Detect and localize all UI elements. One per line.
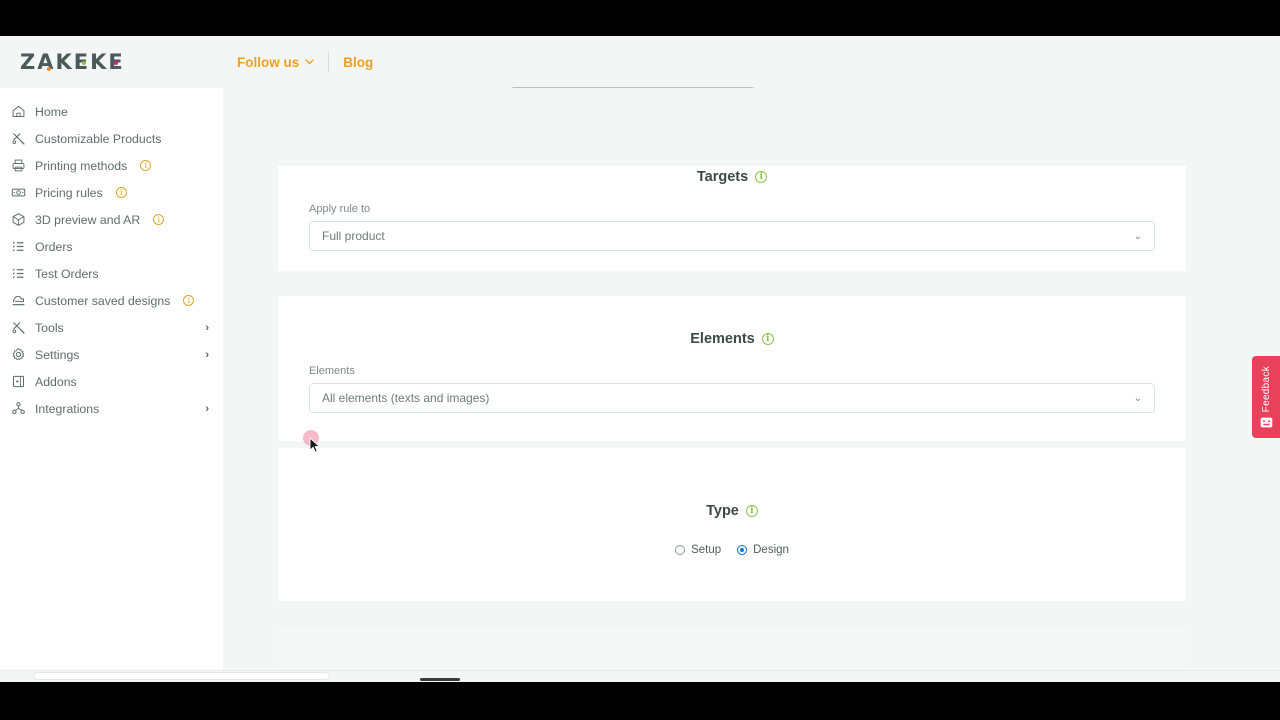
chevron-down-icon: ⌄ — [1133, 392, 1142, 404]
sidebar-item-orders[interactable]: Orders — [0, 233, 223, 260]
money-icon — [10, 185, 26, 201]
type-radio-group: Setup Design — [278, 544, 1186, 556]
gear-icon — [10, 347, 26, 363]
targets-card: Targets i Apply rule to Full product ⌄ — [278, 166, 1186, 271]
type-title: Type — [706, 503, 739, 519]
sidebar-item-label: Printing methods — [35, 158, 128, 173]
follow-us-label: Follow us — [237, 54, 300, 70]
chevron-right-icon[interactable]: › — [205, 349, 209, 361]
logo-text: ZAKEKE — [20, 50, 125, 74]
type-radio-design-label: Design — [753, 544, 789, 556]
sidebar-item-integrations[interactable]: Integrations › — [0, 395, 223, 422]
sidebar-item-tools[interactable]: Tools › — [0, 314, 223, 341]
sidebar-item-label: Tools — [35, 320, 64, 335]
sidebar-item-label: Integrations — [35, 401, 100, 416]
radio-circle-selected[interactable] — [737, 545, 748, 555]
printer-icon — [10, 158, 26, 174]
sidebar-item-label: Settings — [35, 347, 80, 362]
chevron-right-icon[interactable]: › — [205, 322, 209, 334]
targets-title: Targets — [696, 169, 749, 185]
sidebar-item-customer-saved-designs[interactable]: Customer saved designs i — [0, 287, 223, 314]
type-card: Type i Setup Design — [278, 448, 1186, 601]
top-header-bar: ZAKEKE Follow us Blog — [0, 36, 1280, 88]
browser-viewport: ZAKEKE Follow us Blog How can we help? H… — [0, 36, 1280, 682]
letterbox-bottom-bar — [0, 682, 1280, 720]
sidebar-item-settings[interactable]: Settings › — [0, 341, 223, 368]
sidebar-item-label: Addons — [35, 374, 77, 389]
saved-designs-icon — [10, 293, 26, 309]
cube-icon — [10, 212, 26, 228]
smiley-face-icon — [1260, 417, 1272, 428]
sidebar-item-test-orders[interactable]: Test Orders — [0, 260, 223, 287]
horizontal-scrollbar-track[interactable] — [0, 670, 1280, 682]
page-scroll-indicator[interactable] — [420, 678, 460, 681]
sidebar-item-printing-methods[interactable]: Printing methods i — [0, 152, 223, 179]
sidebar-item-label: Pricing rules — [35, 185, 103, 200]
tools-icon — [10, 320, 26, 336]
elements-card: Elements i Elements All elements (texts … — [278, 296, 1186, 441]
blog-link[interactable]: Blog — [343, 55, 373, 70]
info-icon[interactable]: i — [115, 187, 127, 198]
brand-logo[interactable]: ZAKEKE — [0, 36, 223, 88]
home-icon — [10, 104, 26, 120]
sidebar-item-label: Orders — [35, 239, 73, 254]
info-icon[interactable]: i — [755, 171, 768, 183]
type-radio-design[interactable]: Design — [737, 544, 789, 556]
sidebar-nav: Home Customizable Products Printing meth… — [0, 88, 223, 682]
follow-us-menu[interactable]: Follow us — [237, 55, 314, 70]
sidebar-item-label: Customizable Products — [35, 131, 162, 146]
info-icon[interactable]: i — [183, 295, 195, 306]
feedback-tab[interactable]: Feedback — [1252, 356, 1280, 438]
letterbox-top-bar — [0, 0, 1280, 36]
list-icon — [10, 239, 26, 255]
sidebar-item-3d-preview-and-ar[interactable]: 3D preview and AR i — [0, 206, 223, 233]
header-divider — [328, 52, 330, 72]
elements-title: Elements — [690, 331, 755, 347]
radio-circle[interactable] — [675, 545, 686, 555]
apply-rule-to-label: Apply rule to — [309, 203, 371, 215]
type-radio-setup[interactable]: Setup — [675, 544, 721, 556]
integrations-icon — [10, 401, 26, 417]
info-icon[interactable]: i — [153, 214, 165, 225]
horizontal-scrollbar-thumb[interactable] — [33, 672, 330, 680]
sidebar-item-home[interactable]: Home — [0, 98, 223, 125]
info-icon[interactable]: i — [140, 160, 152, 171]
sidebar-item-label: Test Orders — [35, 266, 99, 281]
elements-select-value: All elements (texts and images) — [322, 391, 490, 405]
feedback-label: Feedback — [1260, 366, 1272, 413]
info-icon[interactable]: i — [761, 333, 774, 345]
chevron-right-icon[interactable]: › — [205, 403, 209, 415]
info-icon[interactable]: i — [745, 505, 758, 517]
sidebar-item-pricing-rules[interactable]: Pricing rules i — [0, 179, 223, 206]
chevron-down-icon — [305, 59, 314, 65]
addons-icon — [10, 374, 26, 390]
list-icon — [10, 266, 26, 282]
targets-title-row: Targets i — [278, 166, 1186, 185]
apply-rule-to-value: Full product — [322, 229, 385, 243]
chevron-down-icon: ⌄ — [1133, 230, 1142, 242]
type-title-row: Type i — [278, 448, 1186, 519]
tools-icon — [10, 131, 26, 147]
elements-field-label: Elements — [309, 365, 355, 377]
elements-select[interactable]: All elements (texts and images) ⌄ — [309, 383, 1155, 413]
sidebar-item-label: 3D preview and AR — [35, 212, 141, 227]
apply-rule-to-select[interactable]: Full product ⌄ — [309, 221, 1155, 251]
sidebar-item-customizable-products[interactable]: Customizable Products — [0, 125, 223, 152]
sidebar-item-label: Home — [35, 104, 68, 119]
sidebar-item-addons[interactable]: Addons — [0, 368, 223, 395]
elements-title-row: Elements i — [278, 296, 1186, 347]
type-radio-setup-label: Setup — [691, 544, 722, 556]
main-content: Targets i Apply rule to Full product ⌄ E… — [223, 88, 1280, 682]
sidebar-item-label: Customer saved designs — [35, 293, 171, 308]
